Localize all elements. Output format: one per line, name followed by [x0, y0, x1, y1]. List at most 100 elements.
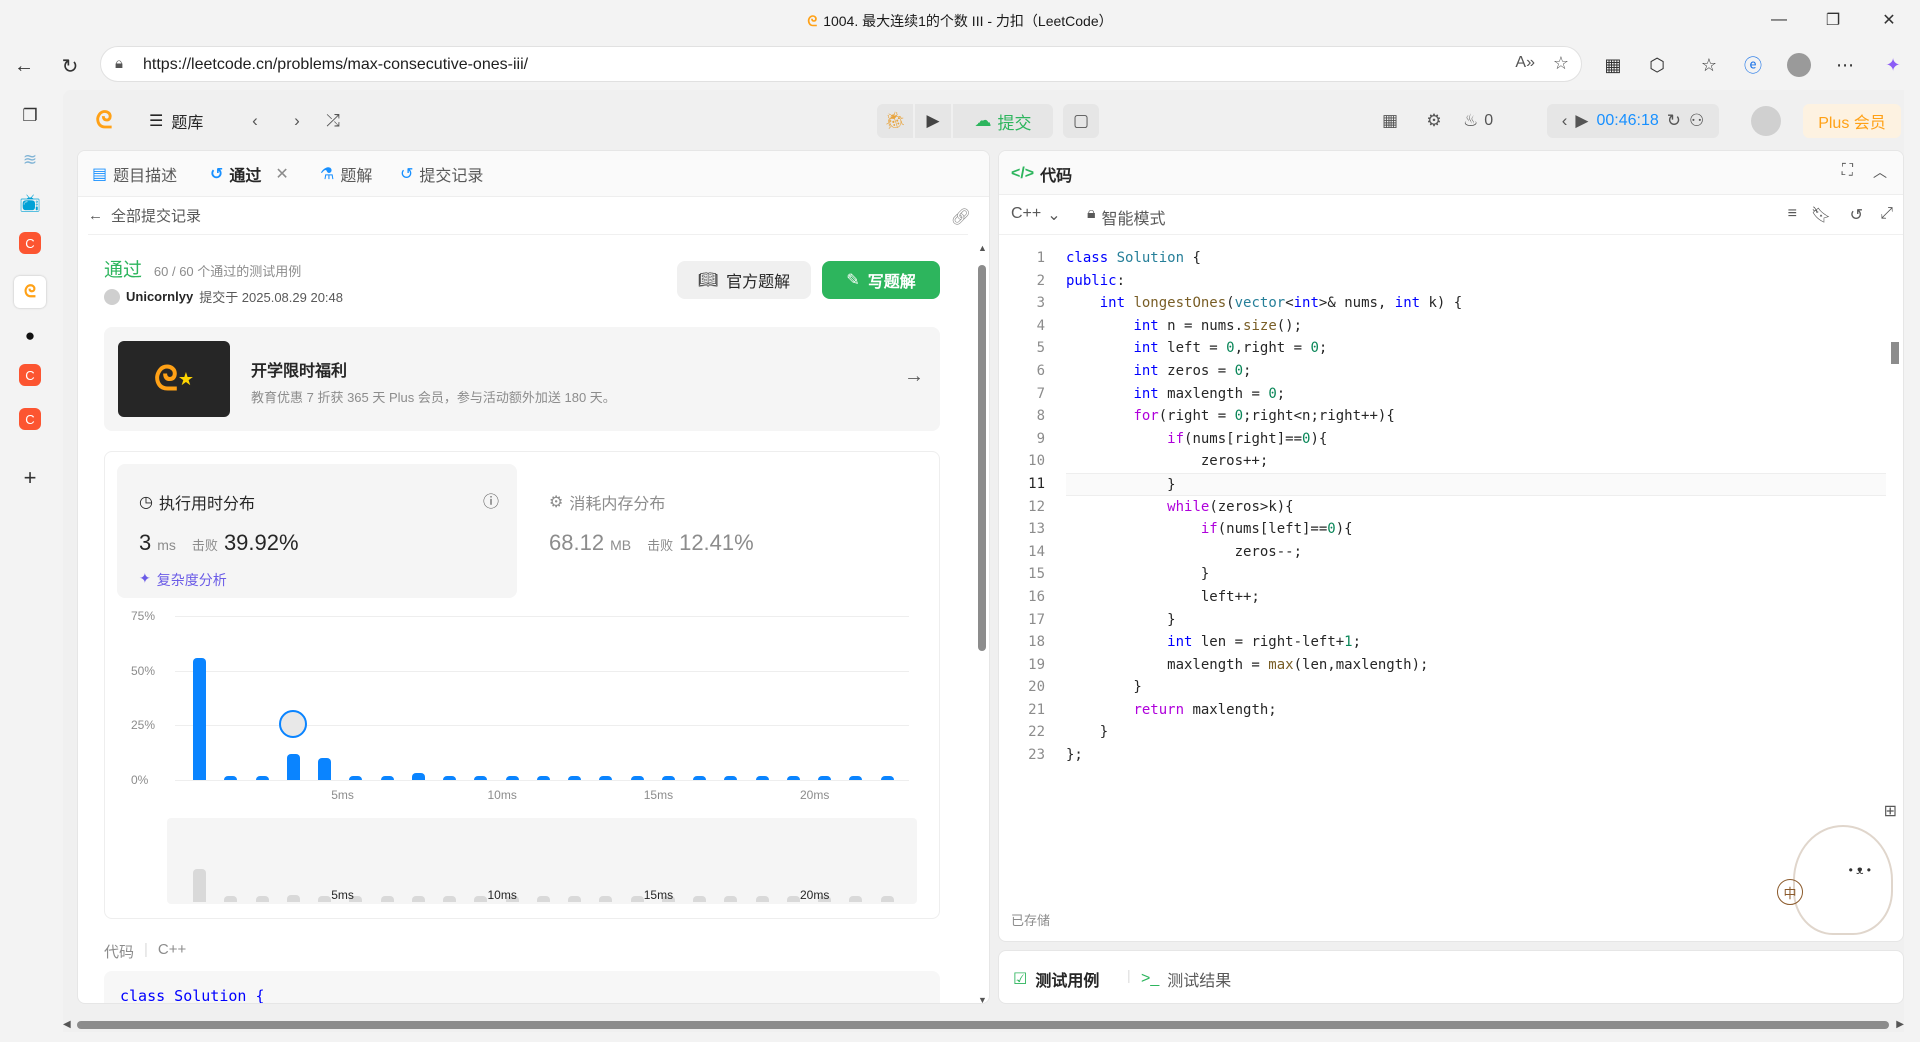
info-icon[interactable]: ⓘ	[483, 488, 499, 512]
tab-submissions[interactable]: ↺ 提交记录	[400, 161, 483, 187]
chart-bar[interactable]	[224, 775, 238, 780]
code-line[interactable]: };	[1066, 744, 1886, 767]
bilibili-icon[interactable]: 📺︎	[14, 188, 46, 220]
tab-testcase[interactable]: ☑ 测试用例	[1013, 967, 1099, 991]
code-line[interactable]: int zeros = 0;	[1066, 360, 1886, 383]
copilot-icon[interactable]: ✦	[1878, 50, 1908, 80]
fullscreen-icon[interactable]: ⛶	[1842, 162, 1853, 180]
write-solution-button[interactable]: ✎ 写题解	[822, 261, 940, 299]
code-line[interactable]: int n = nums.size();	[1066, 315, 1886, 338]
plus-member-button[interactable]: Plus 会员	[1803, 104, 1901, 138]
code-line[interactable]: public:	[1066, 270, 1886, 293]
hscroll-thumb[interactable]	[77, 1021, 1889, 1029]
chart-bar[interactable]	[630, 775, 644, 780]
official-solution-button[interactable]: 📖︎ 官方题解	[677, 261, 811, 299]
chart-bar[interactable]	[724, 775, 738, 780]
tab-solutions[interactable]: ⚗ 题解	[320, 161, 372, 187]
promo-banner[interactable]: ᘓ ★ 开学限时福利 教育优惠 7 折获 365 天 Plus 会员，参与活动额外…	[104, 327, 940, 431]
shuffle-icon[interactable]: ⤮	[319, 104, 347, 138]
extensions-icon[interactable]: ⬡	[1642, 50, 1672, 80]
code-line[interactable]: int maxlength = 0;	[1066, 383, 1886, 406]
language-select[interactable]: C++ ⌄	[1011, 205, 1061, 225]
tab-description[interactable]: ▤ 题目描述	[92, 161, 177, 187]
favorite-star-icon[interactable]: ☆	[1553, 53, 1569, 74]
chart-bar[interactable]	[411, 773, 425, 780]
code-line[interactable]: return maxlength;	[1066, 699, 1886, 722]
code-line[interactable]: while(zeros>k){	[1066, 496, 1886, 519]
your-submission-marker[interactable]	[279, 709, 308, 738]
expand-icon[interactable]: ⤢	[1880, 205, 1893, 223]
code-line[interactable]: }	[1066, 609, 1886, 632]
csdn-icon[interactable]: C	[19, 232, 41, 254]
chart-bar[interactable]	[474, 775, 488, 780]
code-line[interactable]: zeros++;	[1066, 450, 1886, 473]
mascot-widget[interactable]: • ᴥ • ⊞ 中	[1773, 801, 1903, 941]
chart-bar[interactable]	[849, 775, 863, 780]
code-line[interactable]: for(right = 0;right<n;right++){	[1066, 405, 1886, 428]
smart-mode-toggle[interactable]: 🔒︎ 智能模式	[1087, 205, 1166, 229]
code-line[interactable]: class Solution {	[1066, 247, 1886, 270]
user-avatar[interactable]	[1749, 104, 1783, 138]
chart-bar[interactable]	[318, 758, 331, 780]
code-line[interactable]: }	[1066, 472, 1886, 496]
code-line[interactable]: maxlength = max(len,maxlength);	[1066, 654, 1886, 677]
collapse-icon[interactable]: ︿	[1873, 162, 1887, 182]
chart-bar[interactable]	[536, 775, 550, 780]
submit-button[interactable]: ☁ 提交	[953, 104, 1053, 138]
note-icon[interactable]: ▢	[1063, 104, 1099, 138]
format-icon[interactable]: ≡	[1788, 205, 1797, 223]
add-tab-icon[interactable]: +	[14, 462, 46, 494]
chart-bar[interactable]	[193, 657, 206, 780]
chart-bar[interactable]	[661, 775, 675, 780]
url-input[interactable]: 🔒︎ https://leetcode.cn/problems/max-cons…	[100, 46, 1582, 82]
debug-icon[interactable]: 🐞︎	[877, 104, 913, 138]
browser-essentials-icon[interactable]: ⓔ	[1738, 50, 1768, 80]
run-icon[interactable]: ▶	[915, 104, 951, 138]
tab-accepted[interactable]: ↺ 通过 ✕	[210, 161, 289, 187]
code-line[interactable]: zeros--;	[1066, 541, 1886, 564]
mascot-lang-badge[interactable]: 中	[1777, 879, 1803, 905]
code-line[interactable]: int len = right-left+1;	[1066, 631, 1886, 654]
more-menu-icon[interactable]: ⋯	[1830, 50, 1860, 80]
restore-button[interactable]: ❐	[1810, 6, 1856, 34]
close-window-button[interactable]: ✕	[1866, 6, 1912, 34]
problem-list-button[interactable]: ☰ 题库	[149, 104, 203, 138]
bookmark-icon[interactable]: 🔖︎	[1811, 205, 1831, 225]
back-icon[interactable]: ←	[8, 50, 40, 82]
code-line[interactable]: if(nums[left]==0){	[1066, 518, 1886, 541]
chart-bar[interactable]	[380, 775, 394, 780]
reset-code-icon[interactable]: ↺	[1850, 205, 1863, 225]
github-icon[interactable]: ●	[14, 320, 46, 352]
close-tab-icon[interactable]: ✕	[275, 164, 288, 184]
runtime-card[interactable]: ◷ 执行用时分布 ⓘ 3 ms 击败 39.92% ✦ 复杂度分析	[117, 464, 517, 598]
code-line[interactable]: }	[1066, 721, 1886, 744]
code-line[interactable]: if(nums[right]==0){	[1066, 428, 1886, 451]
leetcode-logo-icon[interactable]: ᘓ	[88, 104, 120, 138]
play-icon[interactable]: ▶	[1575, 111, 1588, 131]
next-problem-icon[interactable]: ›	[283, 104, 311, 138]
csdn-icon-3[interactable]: C	[19, 408, 41, 430]
tab-actions-icon[interactable]: ❐	[14, 100, 46, 132]
minimize-button[interactable]: —	[1756, 6, 1802, 34]
timer-widget[interactable]: ‹ ▶ 00:46:18 ↻ ⚇	[1547, 104, 1719, 138]
reset-icon[interactable]: ↻	[1667, 111, 1681, 131]
chart-bar[interactable]	[818, 775, 831, 780]
chart-bar[interactable]	[786, 775, 800, 780]
streak-button[interactable]: ♨ 0	[1463, 104, 1493, 138]
horizontal-scrollbar[interactable]: ◀ ▶	[63, 1018, 1904, 1032]
complexity-analysis-link[interactable]: ✦ 复杂度分析	[139, 570, 227, 590]
back-to-submissions[interactable]: ← 全部提交记录	[88, 197, 968, 235]
share-link-icon[interactable]: 🔗︎	[951, 207, 971, 227]
read-aloud-icon[interactable]: A»	[1515, 54, 1535, 72]
csdn-icon-2[interactable]: C	[19, 364, 41, 386]
qr-code-icon[interactable]: ▦	[1598, 50, 1628, 80]
code-line[interactable]: int longestOnes(vector<int>& nums, int k…	[1066, 292, 1886, 315]
code-line[interactable]: int left = 0,right = 0;	[1066, 337, 1886, 360]
code-line[interactable]: }	[1066, 676, 1886, 699]
profile-avatar[interactable]	[1784, 50, 1814, 80]
chart-bar[interactable]	[880, 775, 894, 780]
editor-scrollbar-thumb[interactable]	[1891, 342, 1899, 364]
settings-gear-icon[interactable]: ⚙	[1419, 104, 1449, 138]
left-scrollbar[interactable]: ▲ ▼	[975, 243, 989, 1003]
chart-bar[interactable]	[286, 753, 300, 780]
